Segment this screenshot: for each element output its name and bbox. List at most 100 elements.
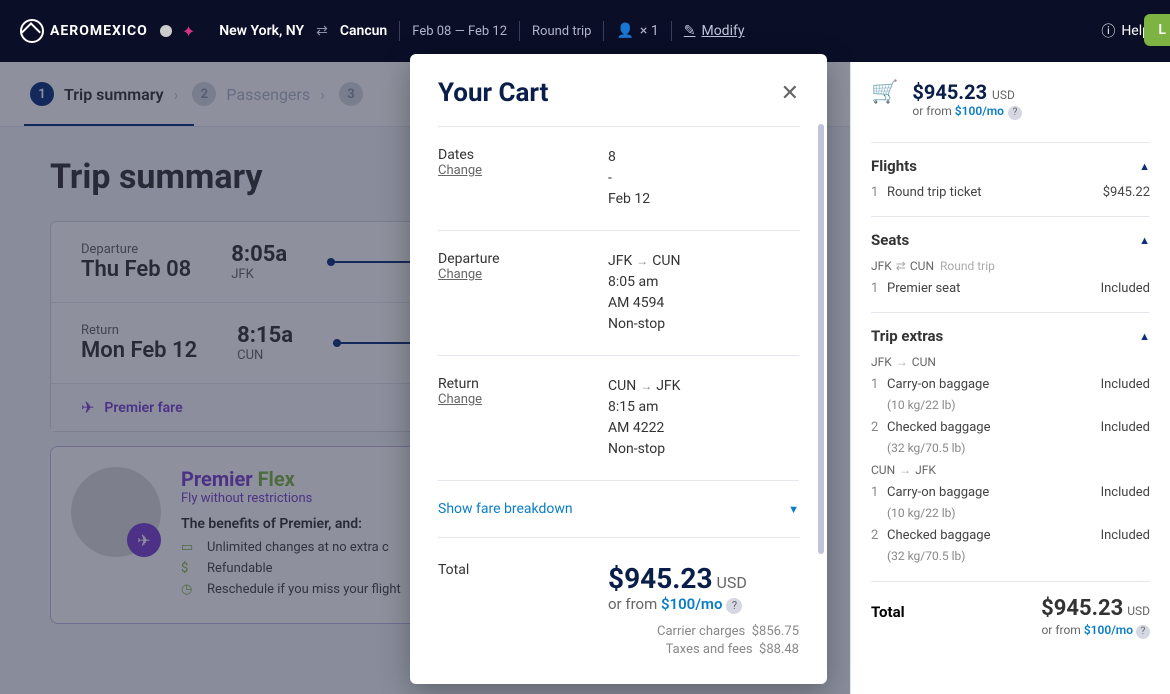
route-to: CUN [910,259,934,273]
return-time: 8:15 am [608,397,799,418]
trip-type: Round trip [532,24,591,39]
baggage-line-item: 1Carry-on baggageIncluded [871,377,1150,392]
return-key: Return [438,376,608,392]
total-amount: $945.23 [608,562,713,595]
logo-icon [20,19,44,43]
desc: Premier seat [887,281,1101,296]
seats-route: JFK⇄CUNRound trip [871,259,1150,273]
route-from: JFK [871,259,892,273]
sidebar-flights-section: Flights▲ 1 Round trip ticket $945.22 [871,142,1150,216]
login-button[interactable]: L [1144,14,1170,46]
help-link[interactable]: ⓘ Help [1101,21,1150,41]
arrow-right-icon: → [899,463,911,477]
modal-header: Your Cart ✕ [438,78,799,108]
desc: Carry-on baggage [887,485,1101,500]
orfrom-amount: $100/mo [955,104,1004,118]
origin-city: New York, NY [219,23,304,39]
sidebar-extras-section: Trip extras▲ JFK→CUN 1Carry-on baggageIn… [871,312,1150,581]
baggage-line-item: 1Carry-on baggageIncluded [871,485,1150,500]
qty: 2 [871,420,887,435]
cart-modal: Your Cart ✕ Dates Change 8 - Feb 12 Depa… [410,54,827,684]
route-from: JFK [871,355,892,369]
route-from: JFK [608,253,632,269]
flights-heading: Flights [871,157,917,175]
brand-logo[interactable]: AEROMEXICO ✦ [20,19,195,43]
qty: 1 [871,281,887,296]
caret-up-icon: ▲ [1139,330,1150,343]
baggage-weight: (32 kg/70.5 lb) [887,441,1150,455]
passenger-count: 👤 × 1 [616,23,658,39]
change-link[interactable]: Change [438,163,608,178]
qty: 1 [871,485,887,500]
extras-header[interactable]: Trip extras▲ [871,327,1150,345]
total-currency: USD [716,573,746,592]
modal-dates-row: Dates Change 8 - Feb 12 [438,141,799,216]
caret-down-icon: ▼ [788,503,799,516]
arrow-right-icon: → [640,379,652,393]
divider [399,21,400,41]
flights-header[interactable]: Flights ▲ [871,157,1150,175]
return-route: CUN → JFK [608,376,799,397]
cart-icon[interactable]: 🛒 [871,80,898,105]
desc: Checked baggage [887,420,1101,435]
val: Included [1101,485,1150,500]
info-icon[interactable]: ? [726,598,742,614]
seats-header[interactable]: Seats▲ [871,231,1150,249]
orfrom-prefix: or from [1041,623,1083,637]
dates-line2: - [608,168,799,189]
price-amount: $945.23 [912,80,987,104]
fare-breakdown-toggle[interactable]: Show fare breakdown ▼ [438,495,799,523]
departure-time: 8:05 am [608,272,799,293]
desc: Checked baggage [887,528,1101,543]
scrollbar[interactable] [818,124,824,554]
divider [438,126,799,127]
departure-stops: Non-stop [608,314,799,335]
route-from: CUN [608,378,636,394]
return-flight-number: AM 4222 [608,418,799,439]
modal-departure-row: Departure Change JFK→CUN 8:05 am AM 4594… [438,245,799,341]
swap-icon[interactable]: ⇄ [316,23,328,39]
qty: 2 [871,528,887,543]
val: Included [1101,528,1150,543]
divider [671,21,672,41]
val: Included [1101,377,1150,392]
total-label: Total [871,603,905,621]
modal-charges-breakdown: Carrier charges $856.75 Taxes and fees $… [438,624,799,657]
sidebar-price-row: 🛒 $945.23 USD or from $100/mo? [871,80,1150,138]
orfrom-amount: $100/mo [1084,623,1133,637]
info-icon[interactable]: ? [1008,106,1022,120]
seats-heading: Seats [871,231,909,249]
close-icon[interactable]: ✕ [781,81,799,106]
top-bar: AEROMEXICO ✦ New York, NY ⇄ Cancun Feb 0… [0,0,1170,62]
price-currency: USD [992,88,1015,102]
carrier-charges-label: Carrier charges [657,624,745,639]
desc: Carry-on baggage [887,377,1101,392]
orfrom-prefix: or from [912,104,954,118]
change-link[interactable]: Change [438,392,608,407]
sidebar-seats-section: Seats▲ JFK⇄CUNRound trip 1 Premier seat … [871,216,1150,312]
modify-label: Modify [701,23,744,39]
cart-sidebar: 🛒 $945.23 USD or from $100/mo? Flights▲ … [850,62,1170,694]
modal-return-row: Return Change CUN→JFK 8:15 am AM 4222 No… [438,370,799,466]
caret-up-icon: ▲ [1139,160,1150,173]
modal-total-row: Total $945.23 USD or from $100/mo? [438,552,799,614]
partner-icon [160,25,172,37]
help-icon: ⓘ [1101,21,1115,41]
baggage-line-item: 2Checked baggageIncluded [871,420,1150,435]
info-icon[interactable]: ? [1136,625,1150,639]
modify-link[interactable]: ✎ Modify [684,23,745,39]
destination-city: Cancun [340,23,387,39]
change-link[interactable]: Change [438,267,608,282]
orfrom-prefix: or from [608,595,661,613]
divider [438,537,799,538]
desc: Round trip ticket [887,185,1103,200]
divider [519,21,520,41]
fare-breakdown-label: Show fare breakdown [438,501,573,517]
pencil-icon: ✎ [684,23,696,39]
val: Included [1101,420,1150,435]
total-amount: $945.23 [1041,596,1123,621]
taxes-amount: $88.48 [759,642,799,657]
route-type: Round trip [940,259,995,273]
route-to: JFK [656,378,680,394]
route-to: JFK [915,463,936,477]
